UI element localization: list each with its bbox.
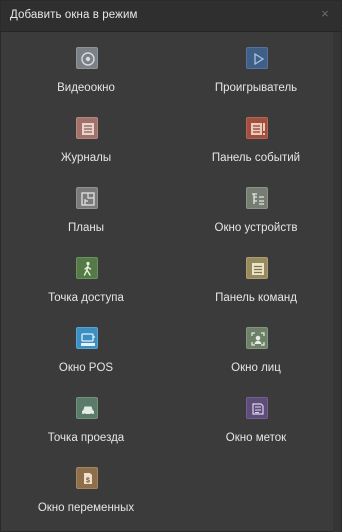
item-label: Точка доступа bbox=[48, 292, 124, 304]
item-label: Окно устройств bbox=[214, 222, 298, 234]
pos-window-icon bbox=[76, 327, 98, 349]
item-events-panel[interactable]: Панель событий bbox=[171, 117, 341, 177]
item-video-window[interactable]: Видеоокно bbox=[1, 47, 171, 107]
item-label: Проигрыватель bbox=[214, 82, 298, 94]
player-icon bbox=[246, 47, 268, 69]
item-label: Точка проезда bbox=[47, 432, 125, 444]
journals-icon bbox=[76, 117, 98, 139]
item-faces-window[interactable]: Окно лиц bbox=[171, 327, 341, 387]
item-label: Планы bbox=[68, 222, 104, 234]
commands-panel-icon bbox=[246, 257, 268, 279]
svg-text:$: $ bbox=[86, 478, 90, 485]
item-label: Видеоокно bbox=[57, 82, 115, 94]
item-pos-window[interactable]: Окно POS bbox=[1, 327, 171, 387]
dialog-titlebar: Добавить окна в режим × bbox=[1, 1, 341, 32]
access-point-icon bbox=[76, 257, 98, 279]
item-label: Окно переменных bbox=[37, 502, 135, 514]
item-commands-panel[interactable]: Панель команд bbox=[171, 257, 341, 317]
plans-icon bbox=[76, 187, 98, 209]
item-label: Панель команд bbox=[215, 292, 297, 304]
add-windows-dialog: Добавить окна в режим × Видеоокно Проигр… bbox=[0, 0, 342, 532]
vehicle-point-icon bbox=[76, 397, 98, 419]
item-plans[interactable]: Планы bbox=[1, 187, 171, 247]
item-label: Журналы bbox=[60, 152, 112, 164]
item-tags-window[interactable]: Окно меток bbox=[171, 397, 341, 457]
video-window-icon bbox=[76, 47, 98, 69]
devices-window-icon bbox=[246, 187, 268, 209]
item-label: Панель событий bbox=[211, 152, 301, 164]
item-player[interactable]: Проигрыватель bbox=[171, 47, 341, 107]
tags-window-icon bbox=[246, 397, 268, 419]
item-variables-window[interactable]: $ Окно переменных bbox=[1, 467, 171, 527]
item-vehicle-point[interactable]: Точка проезда bbox=[1, 397, 171, 457]
item-label: Окно POS bbox=[58, 362, 114, 374]
item-access-point[interactable]: Точка доступа bbox=[1, 257, 171, 317]
item-devices-window[interactable]: Окно устройств bbox=[171, 187, 341, 247]
item-journals[interactable]: Журналы bbox=[1, 117, 171, 177]
events-panel-icon bbox=[246, 117, 268, 139]
faces-window-icon bbox=[246, 327, 268, 349]
dialog-title: Добавить окна в режим bbox=[10, 9, 138, 21]
close-icon[interactable]: × bbox=[319, 7, 331, 20]
item-label: Окно лиц bbox=[231, 362, 281, 374]
item-label: Окно меток bbox=[225, 432, 287, 444]
variables-window-icon: $ bbox=[76, 467, 98, 489]
